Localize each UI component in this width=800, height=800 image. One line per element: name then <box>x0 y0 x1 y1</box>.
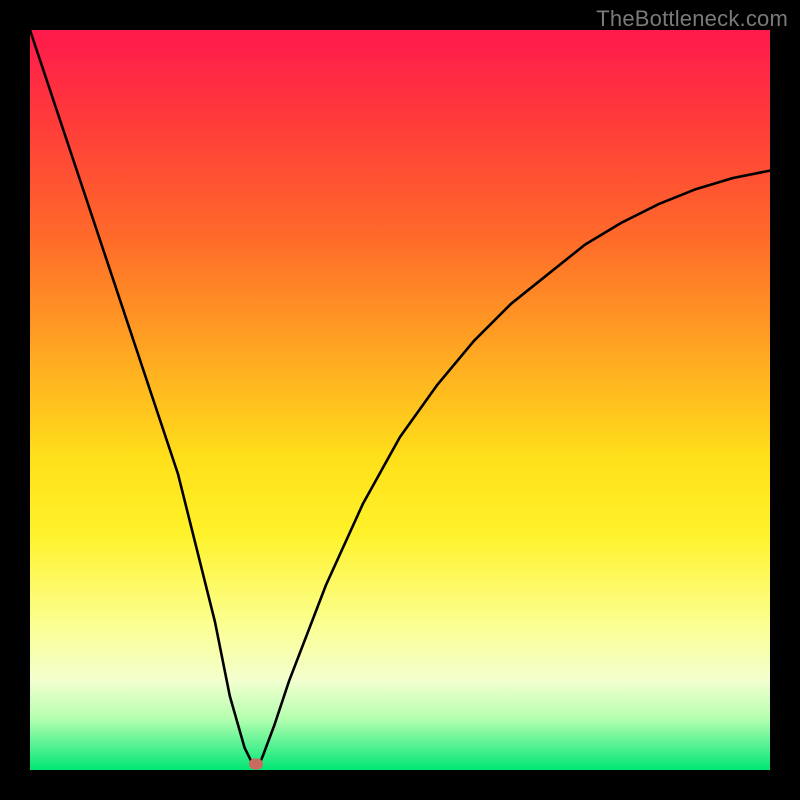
bottleneck-curve <box>30 30 770 764</box>
optimum-marker <box>249 759 263 770</box>
curve-layer <box>30 30 770 770</box>
plot-area <box>30 30 770 770</box>
watermark-text: TheBottleneck.com <box>596 6 788 32</box>
chart-frame: TheBottleneck.com <box>0 0 800 800</box>
